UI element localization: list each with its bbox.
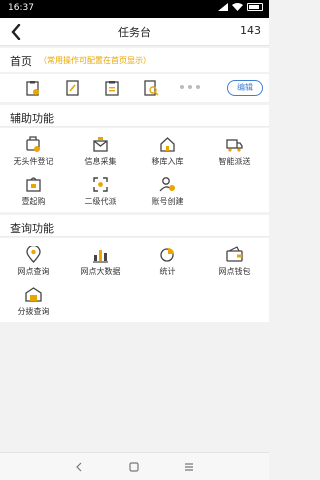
battery-icon — [247, 3, 263, 11]
grid-item-label: 信息采集 — [84, 157, 117, 166]
home-shortcuts: 编辑 — [0, 74, 269, 102]
query-grid: 网点查询 网点大数据 统计 网点钱包 分拨查询 — [0, 238, 269, 322]
grid-item-secondary-dispatch[interactable]: 二级代派 — [67, 174, 134, 214]
user-add-icon — [159, 177, 175, 192]
grid-item-label: 移库入库 — [151, 157, 184, 166]
warehouse-icon — [160, 137, 175, 152]
grid-item-label: 二级代派 — [84, 197, 117, 206]
document-edit-icon[interactable] — [65, 80, 81, 96]
scan-frame-icon — [93, 177, 108, 192]
grid-item-label: 统计 — [159, 267, 176, 276]
grid-item-label: 账号创建 — [151, 197, 184, 206]
document-search-icon[interactable] — [143, 80, 159, 96]
location-pin-icon — [26, 246, 41, 263]
shopping-box-icon — [26, 177, 41, 192]
query-section-header: 查询功能 — [0, 215, 269, 237]
grid-item-label: 网点大数据 — [80, 267, 121, 276]
grid-item-label: 智能派送 — [218, 157, 251, 166]
status-time: 16:37 — [8, 3, 34, 13]
system-nav-bar — [0, 452, 269, 480]
nav-home-icon — [129, 462, 139, 472]
nav-back-icon — [76, 462, 82, 472]
more-dots — [180, 85, 200, 89]
signal-icon — [218, 3, 228, 11]
assist-section-title: 辅助功能 — [10, 112, 54, 125]
package-tag-icon — [26, 136, 40, 152]
grid-item-statistics[interactable]: 统计 — [134, 244, 201, 284]
query-section-title: 查询功能 — [10, 222, 54, 235]
grid-item-outlet-query[interactable]: 网点查询 — [0, 244, 67, 284]
nav-home-button[interactable] — [127, 460, 141, 474]
nav-menu-icon — [185, 463, 193, 471]
status-bar: 16:37 — [0, 0, 269, 18]
pie-chart-icon — [160, 248, 174, 262]
grid-item-label: 分拨查询 — [17, 307, 50, 316]
grid-item-account-create[interactable]: 账号创建 — [134, 174, 201, 214]
grid-item-outlet-wallet[interactable]: 网点钱包 — [201, 244, 268, 284]
grid-item-smart-delivery[interactable]: 智能派送 — [201, 134, 268, 174]
status-icons — [218, 3, 263, 11]
grid-item-transfer-in[interactable]: 移库入库 — [134, 134, 201, 174]
wifi-icon — [232, 3, 243, 11]
grid-item-label: 无头件登记 — [13, 157, 54, 166]
truck-icon — [226, 139, 243, 152]
task-count: 143 — [240, 24, 261, 37]
navigation-bar: 任务台 143 — [0, 18, 269, 46]
grid-item-label: 壹起购 — [21, 197, 46, 206]
grid-item-info-collect[interactable]: 信息采集 — [67, 134, 134, 174]
nav-menu-button[interactable] — [182, 460, 196, 474]
home-header: 首页 （常用操作可配置在首页显示） — [0, 48, 269, 72]
wallet-icon — [226, 246, 243, 262]
grid-item-outlet-bigdata[interactable]: 网点大数据 — [67, 244, 134, 284]
warehouse-door-icon — [25, 287, 42, 302]
edit-button[interactable]: 编辑 — [227, 80, 263, 96]
nav-back-button[interactable] — [72, 460, 86, 474]
home-hint: （常用操作可配置在首页显示） — [39, 56, 151, 65]
grid-item-hub-query[interactable]: 分拨查询 — [0, 284, 67, 324]
grid-item-label: 网点查询 — [17, 267, 50, 276]
grid-item-unlabeled-register[interactable]: 无头件登记 — [0, 134, 67, 174]
grid-item-group-buy[interactable]: 壹起购 — [0, 174, 67, 214]
grid-item-label: 网点钱包 — [218, 267, 251, 276]
home-label: 首页 — [10, 55, 32, 68]
mail-box-icon — [93, 137, 108, 152]
page-title: 任务台 — [118, 26, 151, 39]
assist-section-header: 辅助功能 — [0, 105, 269, 127]
clipboard-list-icon[interactable] — [104, 80, 120, 96]
bar-chart-icon — [93, 250, 108, 263]
assist-grid: 无头件登记 信息采集 移库入库 智能派送 壹起购 二级代派 账号创建 — [0, 128, 269, 212]
clipboard-check-icon[interactable] — [25, 80, 41, 96]
